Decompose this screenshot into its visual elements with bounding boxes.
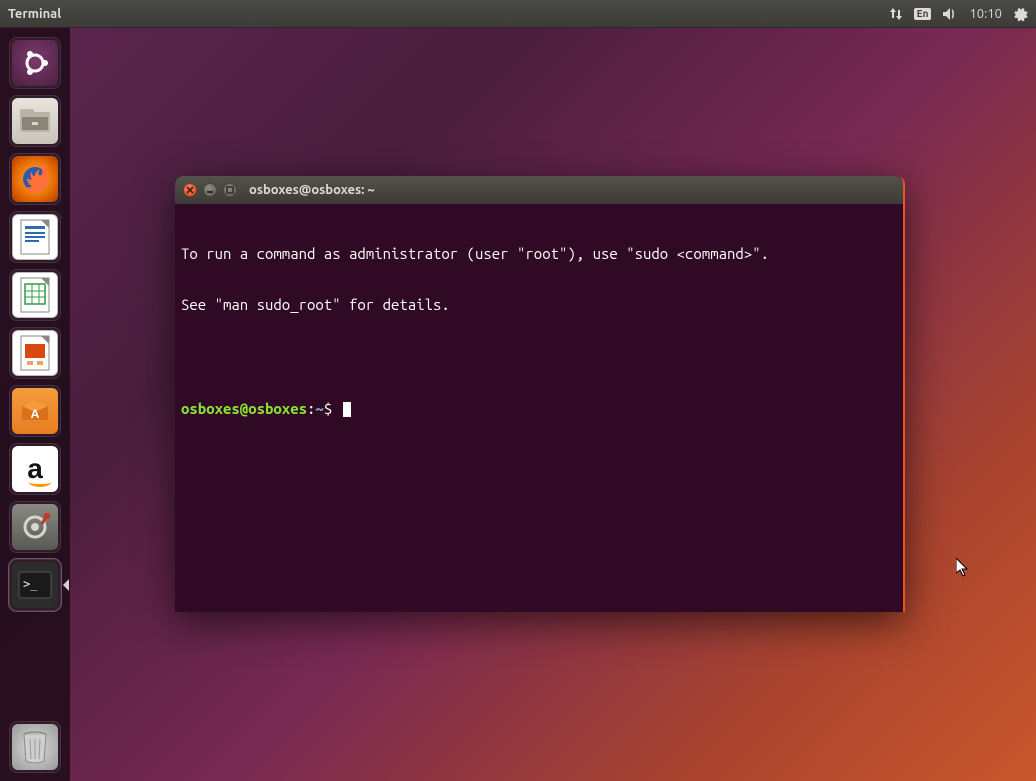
prompt-user-host: osboxes@osboxes <box>181 400 307 417</box>
window-minimize-button[interactable] <box>203 183 217 197</box>
launcher-impress[interactable] <box>9 327 61 379</box>
terminal-output-line: To run a command as administrator (user … <box>181 245 897 262</box>
terminal-body[interactable]: To run a command as administrator (user … <box>175 204 903 612</box>
terminal-window: osboxes@osboxes: ~ To run a command as a… <box>175 176 905 612</box>
launcher-terminal[interactable]: >_ <box>9 559 61 611</box>
gear-icon <box>1012 6 1028 22</box>
terminal-output-line: See "man sudo_root" for details. <box>181 296 897 313</box>
volume-icon <box>941 6 957 22</box>
settings-icon <box>12 504 58 550</box>
launcher-calc[interactable] <box>9 269 61 321</box>
launcher-trash[interactable] <box>9 721 61 773</box>
firefox-icon <box>12 156 58 202</box>
window-titlebar[interactable]: osboxes@osboxes: ~ <box>175 176 903 204</box>
prompt-symbol: $ <box>324 400 332 417</box>
network-updown-icon <box>888 6 904 22</box>
launcher-firefox[interactable] <box>9 153 61 205</box>
terminal-icon: >_ <box>12 562 58 608</box>
launcher-amazon[interactable]: a <box>9 443 61 495</box>
files-icon <box>12 98 58 144</box>
terminal-cursor <box>343 402 351 417</box>
libreoffice-calc-icon <box>12 272 58 318</box>
svg-text:A: A <box>31 408 40 421</box>
libreoffice-writer-icon <box>12 214 58 260</box>
svg-text:>_: >_ <box>23 577 38 591</box>
trash-icon <box>12 724 58 770</box>
window-controls <box>183 183 237 197</box>
terminal-blank-line <box>181 348 897 365</box>
amazon-icon: a <box>12 446 58 492</box>
launcher-dash[interactable] <box>9 37 61 89</box>
window-close-button[interactable] <box>183 183 197 197</box>
launcher-ubuntu-software[interactable]: A <box>9 385 61 437</box>
close-icon <box>186 186 194 194</box>
session-indicator[interactable] <box>1012 0 1028 27</box>
window-title: osboxes@osboxes: ~ <box>249 183 375 197</box>
focused-app-name: Terminal <box>8 7 61 21</box>
minimize-icon <box>206 186 214 194</box>
keyboard-language-indicator[interactable]: En <box>914 0 932 27</box>
network-indicator[interactable] <box>888 0 904 27</box>
launcher-writer[interactable] <box>9 211 61 263</box>
launcher-system-settings[interactable] <box>9 501 61 553</box>
launcher-dock: A a >_ <box>0 28 70 781</box>
launcher-files[interactable] <box>9 95 61 147</box>
software-center-icon: A <box>12 388 58 434</box>
top-menubar: Terminal En 10:10 <box>0 0 1036 28</box>
clock-indicator[interactable]: 10:10 <box>969 0 1002 27</box>
prompt-path: ~ <box>315 400 323 417</box>
language-badge: En <box>914 8 932 20</box>
libreoffice-impress-icon <box>12 330 58 376</box>
terminal-prompt-line: osboxes@osboxes:~$ <box>181 400 897 417</box>
window-maximize-button[interactable] <box>223 183 237 197</box>
maximize-icon <box>226 186 234 194</box>
sound-indicator[interactable] <box>941 0 957 27</box>
ubuntu-logo-icon <box>12 40 58 86</box>
